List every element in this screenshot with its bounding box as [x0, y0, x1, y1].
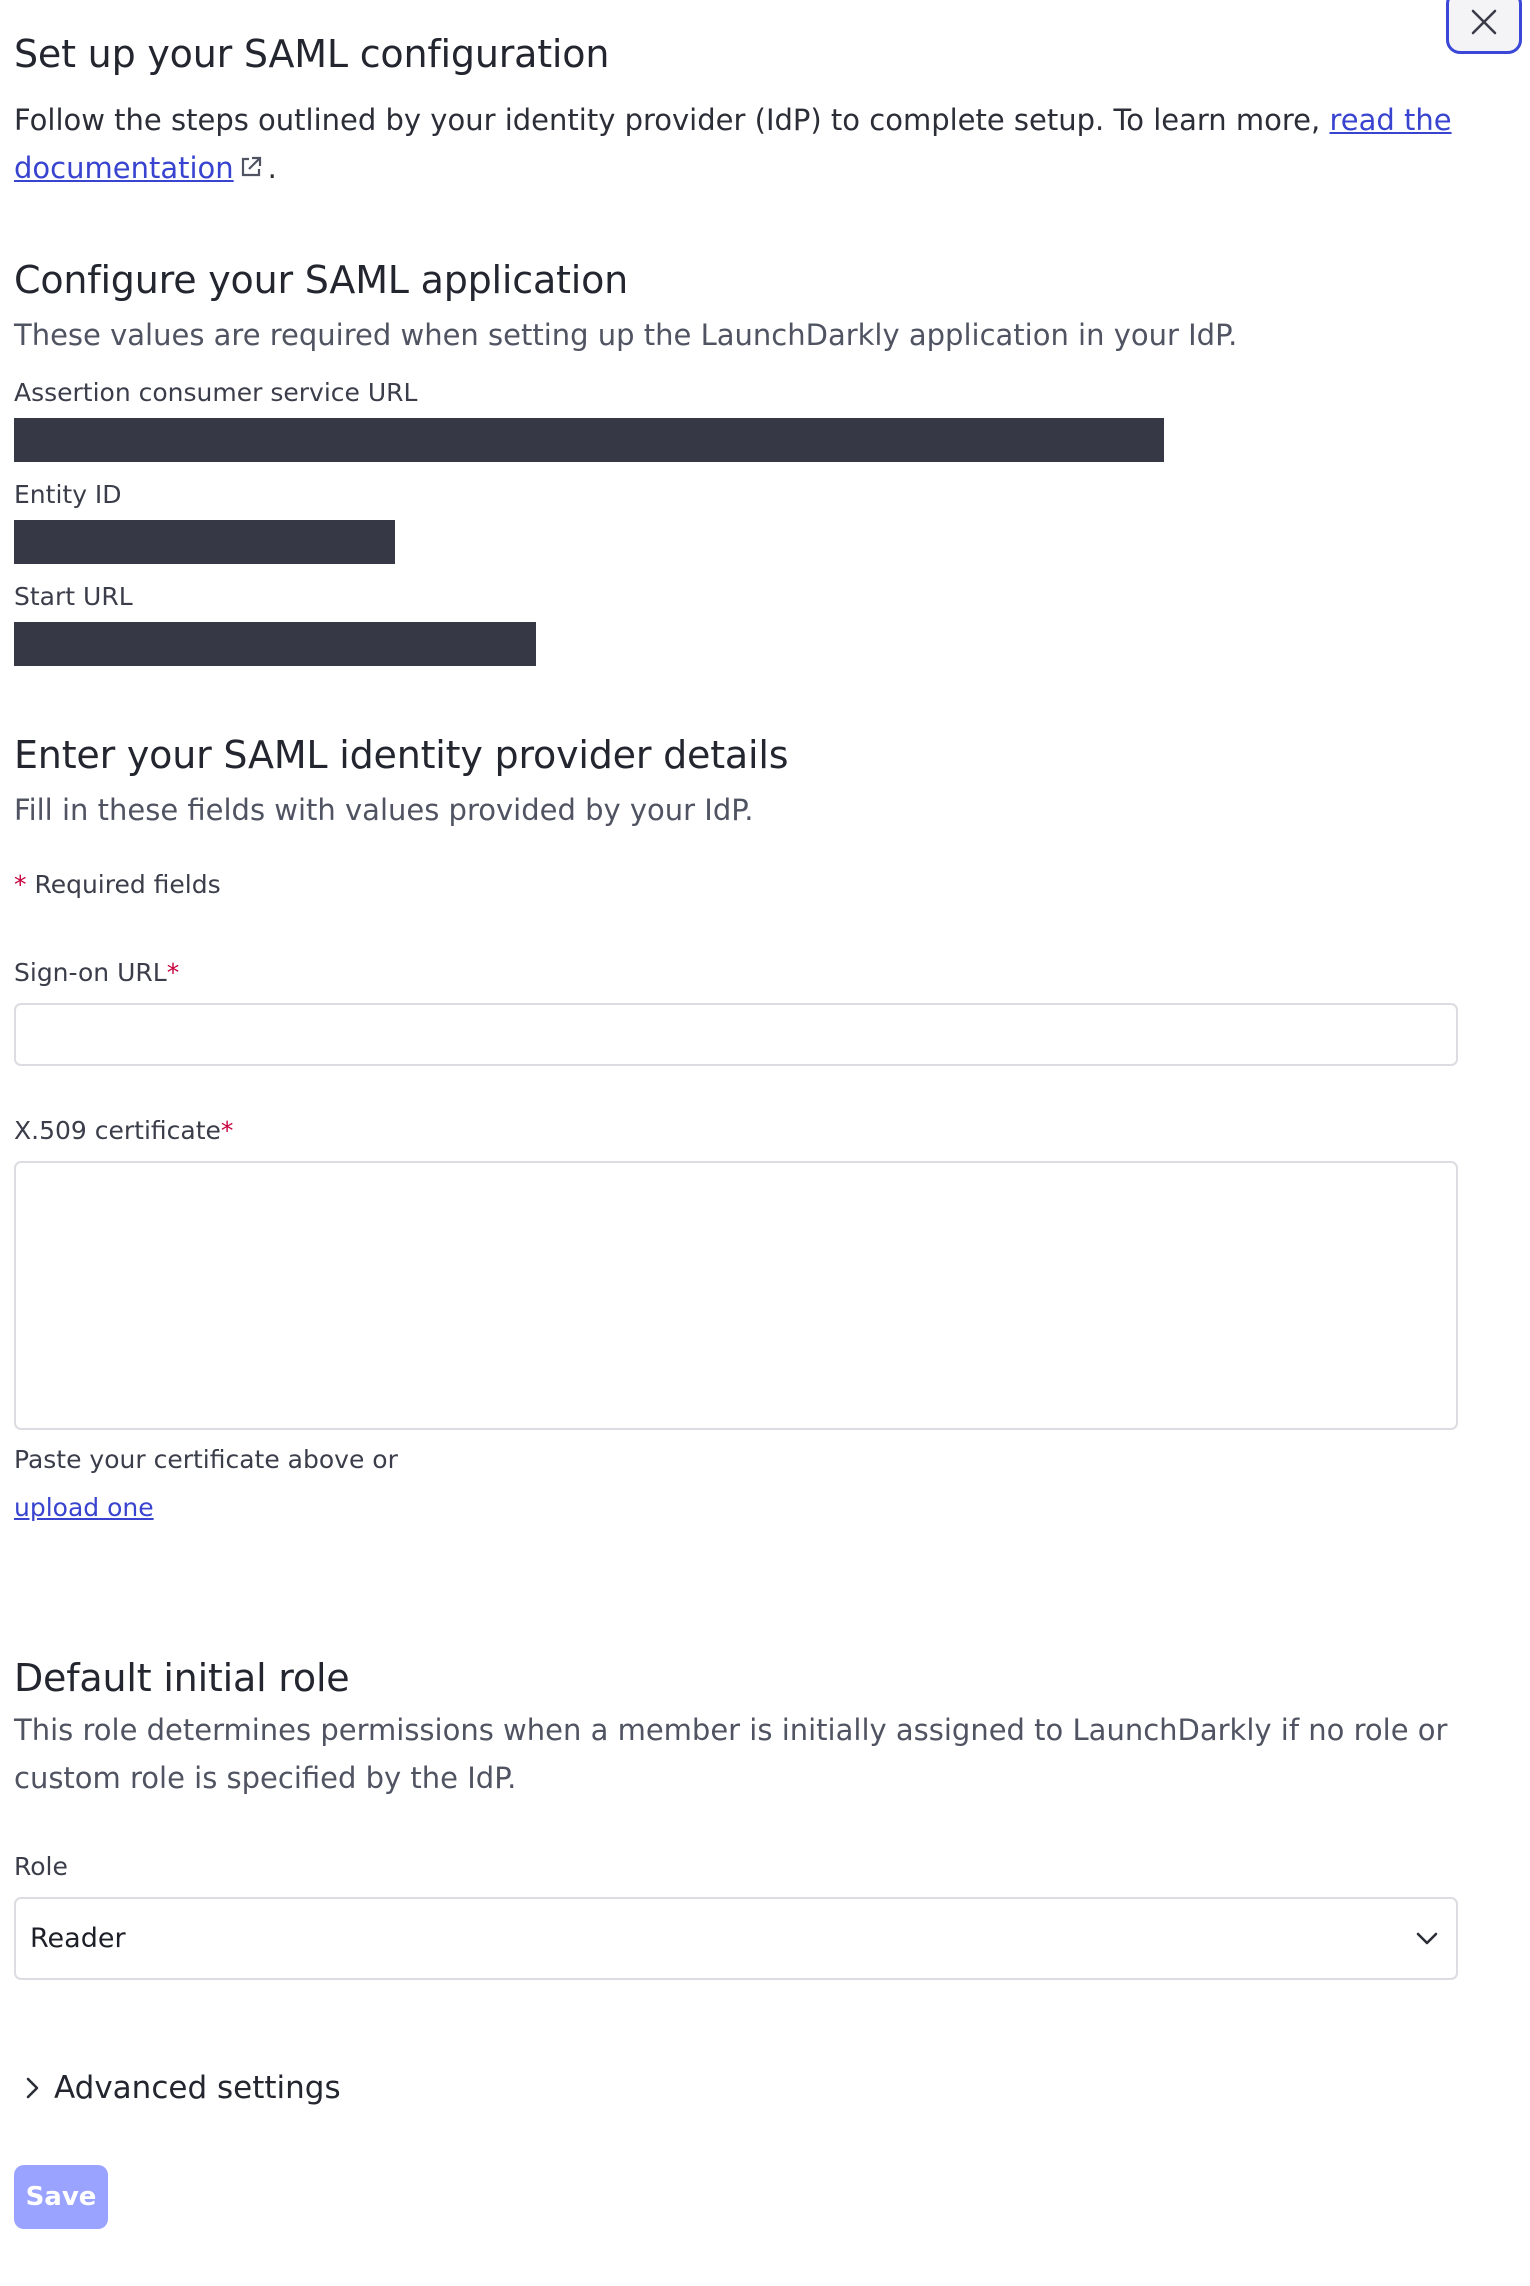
certificate-label: X.509 certificate* [14, 1116, 234, 1145]
role-section-description: This role determines permissions when a … [14, 1713, 1448, 1795]
entity-id-value-redacted [14, 520, 395, 564]
close-icon [1471, 9, 1497, 35]
role-select[interactable]: Reader [14, 1897, 1458, 1980]
start-url-label: Start URL [14, 582, 133, 611]
required-fields-text: Required fields [34, 870, 221, 899]
advanced-settings-label: Advanced settings [54, 2070, 341, 2106]
intro-text: Follow the steps outlined by your identi… [14, 96, 1454, 192]
sign-on-url-label: Sign-on URL* [14, 958, 180, 987]
required-fields-note: * Required fields [14, 870, 221, 899]
idp-section-title: Enter your SAML identity provider detail… [14, 733, 789, 777]
intro-sentence: Follow the steps outlined by your identi… [14, 103, 1321, 137]
start-url-value-redacted [14, 622, 536, 666]
upload-certificate-link[interactable]: upload one [14, 1493, 154, 1522]
intro-period: . [267, 151, 277, 185]
advanced-settings-toggle[interactable]: Advanced settings [20, 2070, 341, 2106]
page-title: Set up your SAML configuration [14, 32, 610, 76]
sign-on-url-input[interactable] [14, 1003, 1458, 1066]
acs-url-label: Assertion consumer service URL [14, 378, 418, 407]
save-button[interactable]: Save [14, 2165, 108, 2229]
close-button[interactable] [1446, 0, 1522, 54]
role-label: Role [14, 1852, 68, 1881]
role-selected-value: Reader [30, 1923, 126, 1954]
idp-section-subtitle: Fill in these fields with values provide… [14, 793, 754, 827]
configure-section-subtitle: These values are required when setting u… [14, 318, 1238, 352]
certificate-textarea[interactable] [14, 1161, 1458, 1430]
external-link-icon [241, 156, 261, 177]
role-section-title: Default initial role [14, 1656, 350, 1700]
configure-section-title: Configure your SAML application [14, 258, 629, 302]
acs-url-value-redacted [14, 418, 1164, 462]
required-star: * [14, 870, 27, 899]
chevron-down-icon [1416, 1932, 1438, 1944]
chevron-right-icon [26, 2077, 39, 2099]
entity-id-label: Entity ID [14, 480, 122, 509]
certificate-help-text: Paste your certificate above or [14, 1445, 398, 1474]
